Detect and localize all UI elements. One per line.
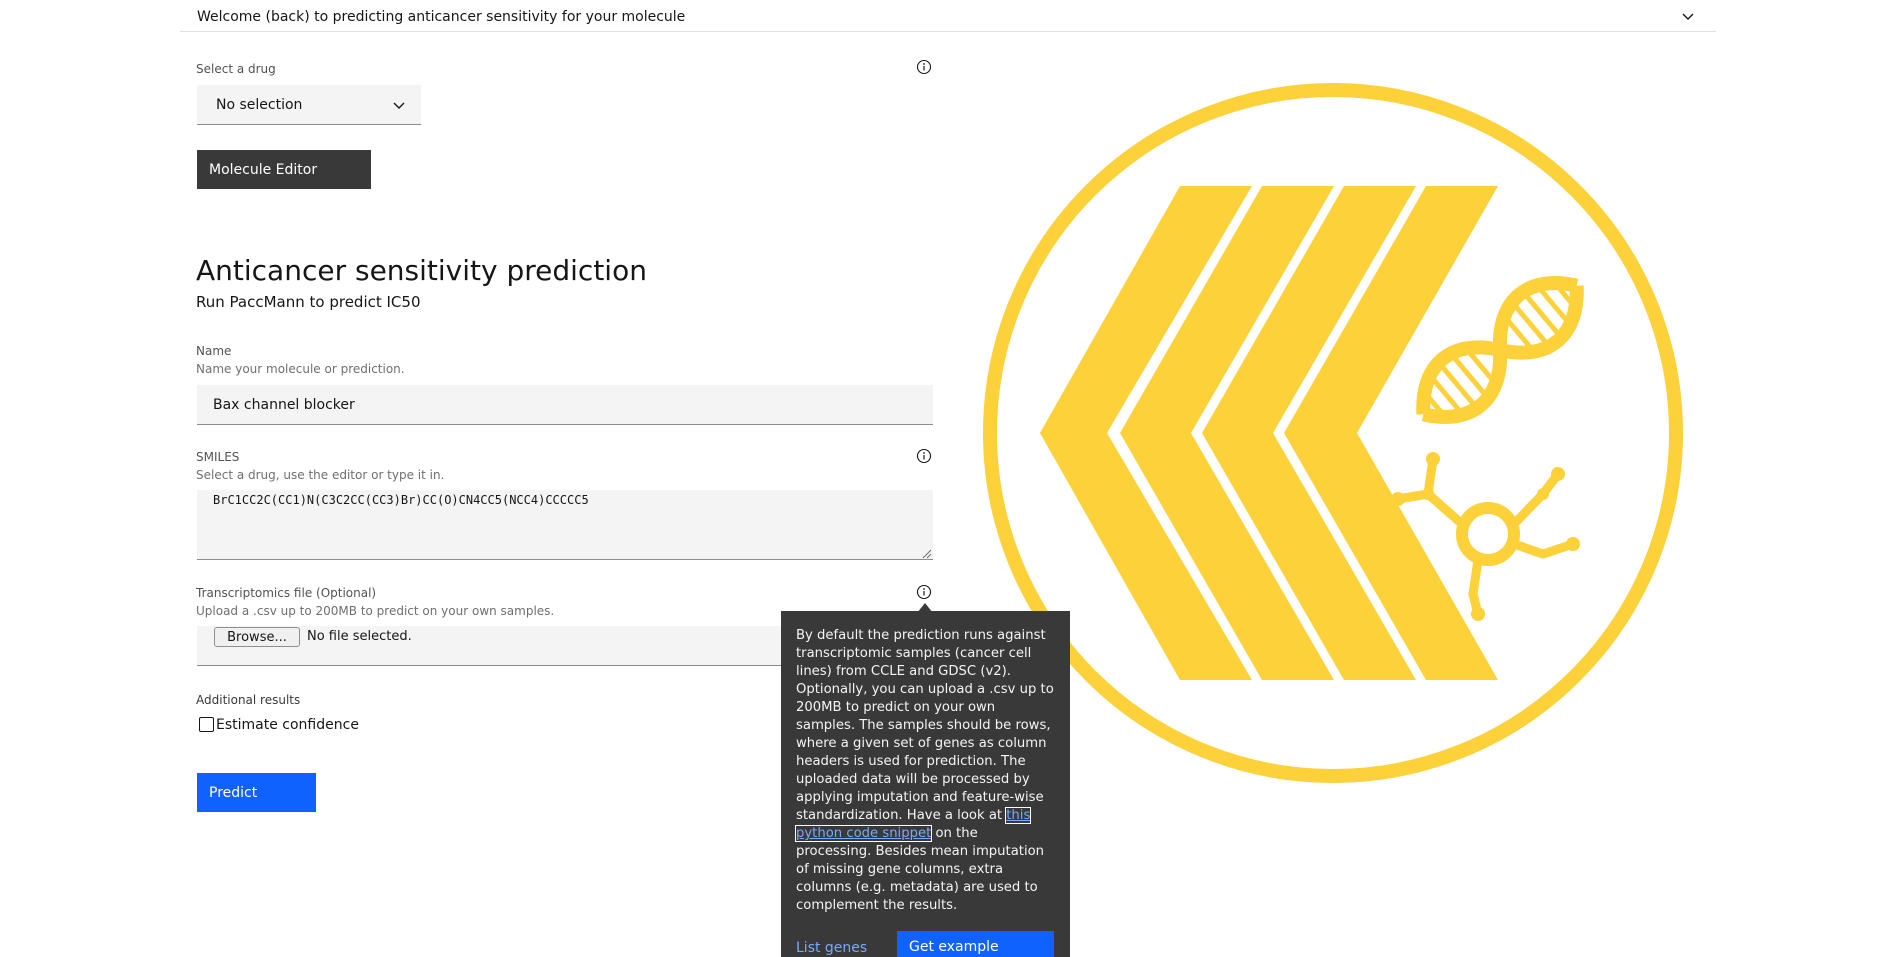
additional-results-label: Additional results [196, 693, 301, 707]
transcriptomics-label: Transcriptomics file (Optional) [196, 586, 377, 600]
transcriptomics-tooltip: By default the prediction runs against t… [781, 611, 1070, 957]
smiles-label: SMILES [196, 450, 240, 464]
transcriptomics-helper-text: Upload a .csv up to 200MB to predict on … [196, 604, 555, 618]
estimate-confidence-label[interactable]: Estimate confidence [216, 717, 359, 733]
name-label: Name [196, 344, 232, 358]
get-example-button[interactable]: Get example [897, 931, 1054, 957]
drug-select-label: Select a drug [196, 62, 276, 76]
welcome-accordion[interactable]: Welcome (back) to predicting anticancer … [180, 0, 1716, 32]
list-genes-link[interactable]: List genes [796, 939, 867, 957]
tooltip-text-before: By default the prediction runs against t… [796, 628, 1054, 823]
chevron-down-icon [393, 102, 405, 109]
estimate-confidence-checkbox[interactable] [199, 717, 214, 732]
resize-grip-icon[interactable] [920, 547, 932, 559]
chevron-down-icon[interactable] [1680, 8, 1696, 24]
predict-button[interactable]: Predict [197, 773, 316, 812]
paccmann-logo [983, 83, 1683, 783]
file-status: No file selected. [307, 629, 412, 644]
page-subtitle: Run PaccMann to predict IC50 [196, 293, 421, 311]
molecule-editor-button[interactable]: Molecule Editor [197, 150, 371, 189]
smiles-helper-text: Select a drug, use the editor or type it… [196, 468, 445, 482]
smiles-textarea[interactable]: BrC1CC2C(CC1)N(C3C2CC(CC3)Br)CC(O)CN4CC5… [197, 490, 933, 560]
page-title: Anticancer sensitivity prediction [196, 254, 647, 287]
dropdown-selected-value: No selection [216, 97, 303, 113]
accordion-title: Welcome (back) to predicting anticancer … [197, 9, 686, 25]
name-input[interactable] [197, 385, 933, 425]
drug-select-dropdown[interactable]: No selection [197, 85, 421, 125]
info-icon[interactable] [916, 59, 932, 75]
info-icon[interactable] [916, 584, 932, 600]
browse-file-button[interactable]: Browse... [214, 627, 300, 647]
info-icon[interactable] [916, 448, 932, 464]
name-helper-text: Name your molecule or prediction. [196, 362, 405, 376]
